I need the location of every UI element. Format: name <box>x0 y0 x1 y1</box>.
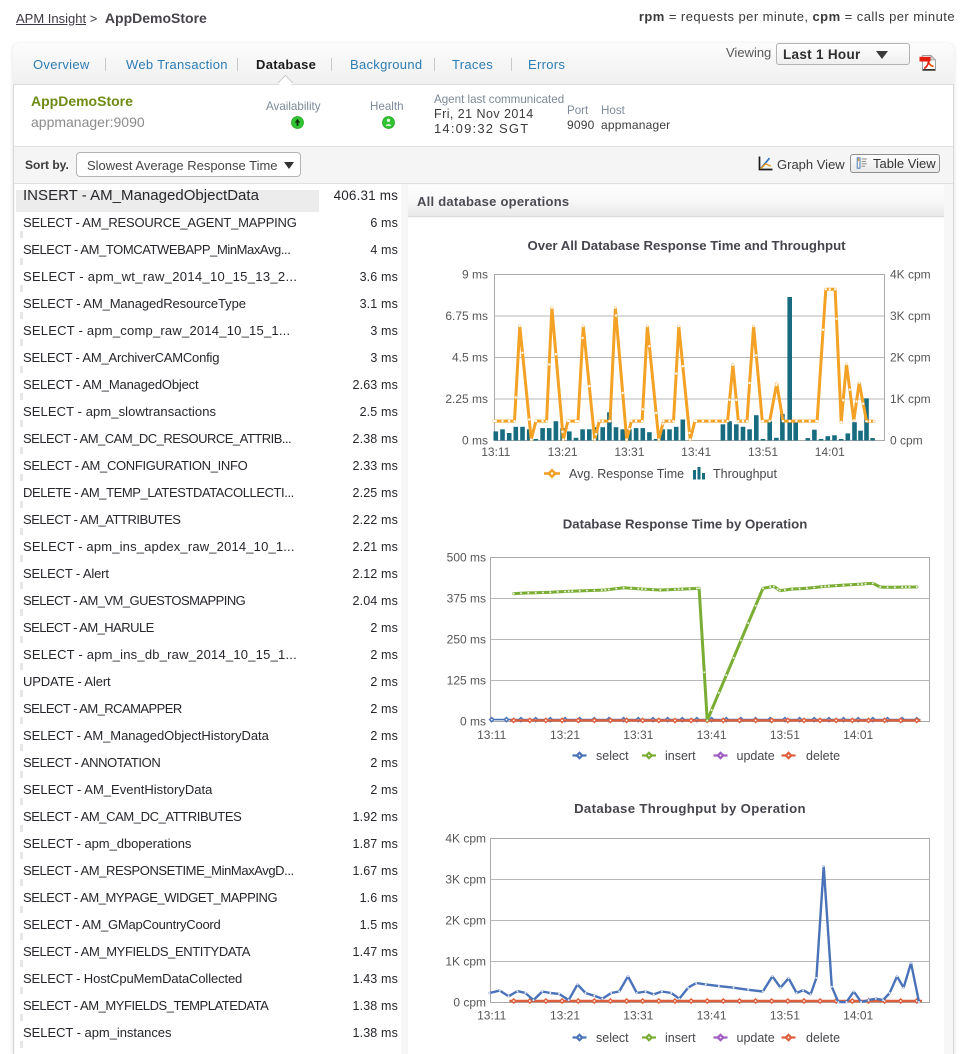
svg-text:13:21: 13:21 <box>550 1009 580 1023</box>
svg-text:insert: insert <box>665 749 696 763</box>
svg-text:13:41: 13:41 <box>697 728 727 742</box>
svg-text:125 ms: 125 ms <box>447 674 486 688</box>
svg-text:13:51: 13:51 <box>770 728 800 742</box>
svg-text:13:51: 13:51 <box>770 1009 800 1023</box>
svg-text:14:01: 14:01 <box>815 445 845 459</box>
svg-text:0 cpm: 0 cpm <box>890 434 923 448</box>
svg-text:insert: insert <box>665 1031 696 1045</box>
svg-text:update: update <box>737 749 775 763</box>
svg-text:6.75 ms: 6.75 ms <box>445 309 488 323</box>
svg-text:Avg. Response Time: Avg. Response Time <box>569 467 684 481</box>
svg-text:select: select <box>596 1031 629 1045</box>
svg-text:375 ms: 375 ms <box>447 592 486 606</box>
svg-text:1K cpm: 1K cpm <box>890 392 931 406</box>
svg-text:2K cpm: 2K cpm <box>890 351 931 365</box>
svg-text:4.5 ms: 4.5 ms <box>452 351 488 365</box>
svg-text:4K cpm: 4K cpm <box>890 268 931 282</box>
svg-text:13:11: 13:11 <box>481 445 510 459</box>
svg-text:select: select <box>596 749 629 763</box>
svg-text:13:41: 13:41 <box>681 445 711 459</box>
svg-text:13:11: 13:11 <box>477 728 506 742</box>
svg-text:13:41: 13:41 <box>697 1009 727 1023</box>
svg-text:13:11: 13:11 <box>477 1009 506 1023</box>
svg-text:3K cpm: 3K cpm <box>445 873 486 887</box>
svg-text:9 ms: 9 ms <box>462 268 488 282</box>
svg-text:0 cpm: 0 cpm <box>453 996 486 1010</box>
svg-text:250 ms: 250 ms <box>447 633 486 647</box>
svg-text:0 ms: 0 ms <box>460 715 486 729</box>
svg-text:2K cpm: 2K cpm <box>445 914 486 928</box>
svg-text:13:51: 13:51 <box>748 445 778 459</box>
svg-text:14:01: 14:01 <box>843 1009 873 1023</box>
svg-text:Throughput: Throughput <box>713 467 777 481</box>
svg-text:13:31: 13:31 <box>623 728 653 742</box>
svg-text:Over All Database Response Tim: Over All Database Response Time and Thro… <box>527 238 846 253</box>
svg-text:13:21: 13:21 <box>548 445 578 459</box>
svg-text:4K cpm: 4K cpm <box>445 832 486 846</box>
svg-text:Database Response Time by Oper: Database Response Time by Operation <box>563 517 808 532</box>
svg-text:1K cpm: 1K cpm <box>445 955 486 969</box>
svg-text:13:31: 13:31 <box>623 1009 653 1023</box>
svg-text:2.25 ms: 2.25 ms <box>445 392 488 406</box>
svg-text:Database Throughput by Operati: Database Throughput by Operation <box>574 801 806 816</box>
svg-text:update: update <box>737 1031 775 1045</box>
svg-text:delete: delete <box>806 1031 840 1045</box>
svg-text:500 ms: 500 ms <box>447 551 486 565</box>
svg-text:13:31: 13:31 <box>614 445 644 459</box>
svg-text:3K cpm: 3K cpm <box>890 309 931 323</box>
svg-text:13:21: 13:21 <box>550 728 580 742</box>
svg-text:14:01: 14:01 <box>843 728 873 742</box>
svg-text:delete: delete <box>806 749 840 763</box>
